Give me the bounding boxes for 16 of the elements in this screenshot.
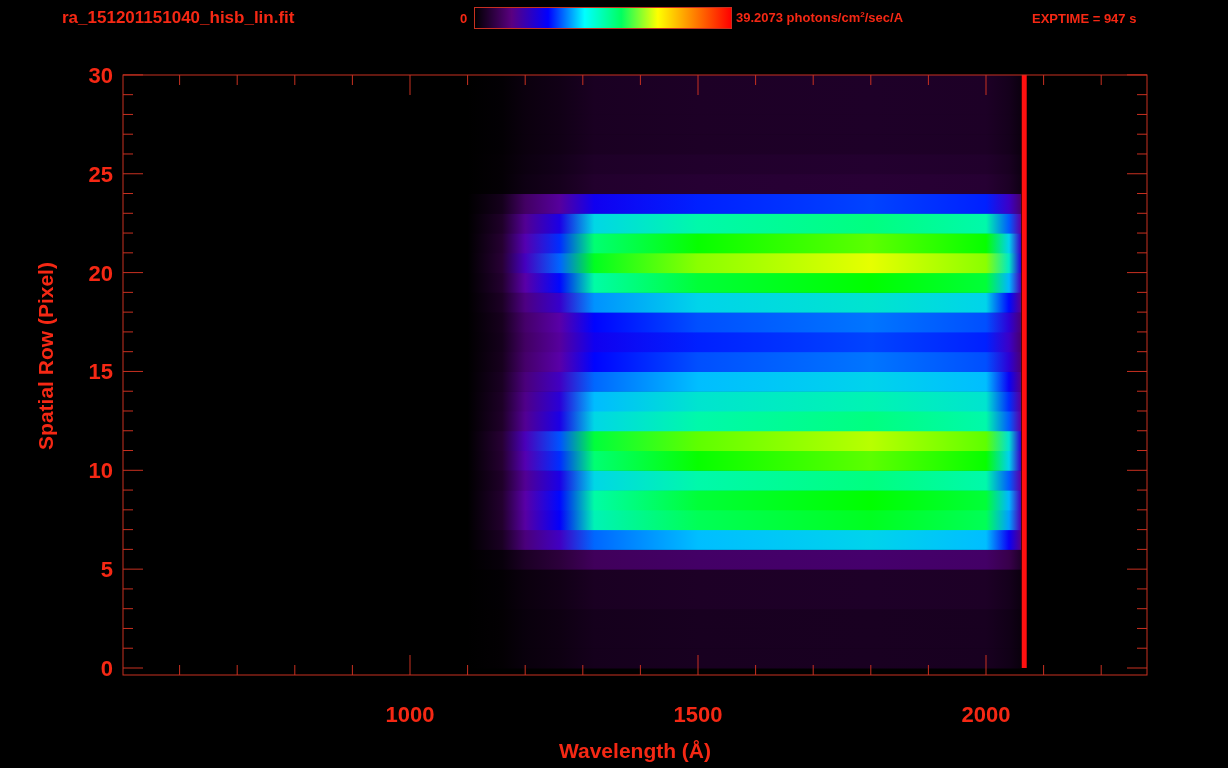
y-tick-label: 0 xyxy=(100,656,113,681)
file-name: ra_151201151040_hisb_lin.fit xyxy=(62,8,296,28)
x-tick-label: 2000 xyxy=(961,702,1011,727)
y-tick-label: 20 xyxy=(88,260,113,286)
x-axis-label: Wavelength (Å) xyxy=(558,739,712,762)
y-tick-label: 15 xyxy=(88,359,113,385)
y-tick-label: 30 xyxy=(88,62,113,88)
y-axis-label: Spatial Row (Pixel) xyxy=(34,262,57,450)
exposure-time: EXPTIME = 947 s xyxy=(1032,10,1137,26)
colorbar-max-label: 39.2073 photons/cm$^{2}$/sec/A xyxy=(736,10,905,26)
x-tick-label: 1000 xyxy=(385,702,435,727)
colorbar-min-label: 0 xyxy=(460,10,469,26)
y-tick-label: 5 xyxy=(100,557,113,583)
x-tick-label: 1500 xyxy=(673,702,723,727)
y-tick-label: 10 xyxy=(88,458,113,484)
y-tick-label: 25 xyxy=(88,161,113,187)
